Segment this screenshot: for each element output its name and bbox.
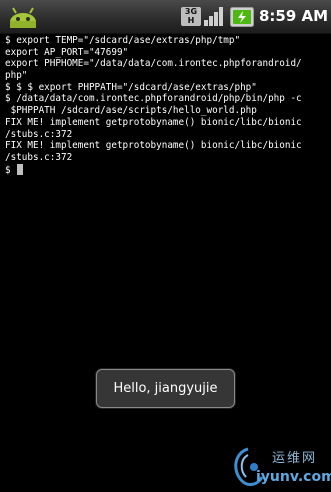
watermark-url: iyunv.com bbox=[256, 469, 331, 485]
terminal-cursor bbox=[17, 163, 24, 175]
battery-charging-icon bbox=[230, 7, 254, 27]
network-type-label: 3G bbox=[184, 7, 198, 16]
terminal-line: $PHPPATH /sdcard/ase/scripts/hello_world… bbox=[5, 105, 257, 117]
terminal-line: /stubs.c:372 bbox=[5, 128, 73, 140]
terminal-prompt: $ bbox=[5, 164, 17, 176]
status-bar: 3G H 8:59 AM bbox=[0, 0, 331, 34]
3g-network-icon: 3G H bbox=[181, 7, 201, 26]
watermark-title: 运维网 bbox=[272, 451, 318, 466]
terminal-line: $ export TEMP="/sdcard/ase/extras/php/tm… bbox=[5, 35, 241, 46]
terminal-line: export AP_PORT="47699" bbox=[5, 46, 129, 58]
terminal-line: FIX ME! implement getprotobyname() bioni… bbox=[5, 140, 302, 152]
terminal-line: $ $ $ export PHPPATH="/sdcard/ase/extras… bbox=[5, 81, 257, 93]
terminal-line: php" bbox=[5, 70, 28, 82]
watermark-logo: 运维网 iyunv.com bbox=[226, 441, 331, 492]
terminal-prompt-line[interactable]: $ bbox=[5, 163, 327, 176]
network-sub-label: H bbox=[187, 16, 195, 25]
android-icon bbox=[10, 7, 36, 28]
signal-strength-icon bbox=[204, 7, 223, 26]
terminal-line: $ /data/data/com.irontec.phpforandroid/p… bbox=[5, 93, 302, 105]
terminal-line: /stubs.c:372 bbox=[5, 151, 73, 163]
status-clock: 8:59 AM bbox=[259, 7, 329, 25]
terminal-line: export PHPHOME="/data/data/com.irontec.p… bbox=[5, 58, 302, 70]
terminal-output[interactable]: $ export TEMP="/sdcard/ase/extras/php/tm… bbox=[5, 35, 327, 176]
terminal-line: FIX ME! implement getprotobyname() bioni… bbox=[5, 116, 302, 128]
toast-message: Hello, jiangyujie bbox=[96, 369, 235, 408]
